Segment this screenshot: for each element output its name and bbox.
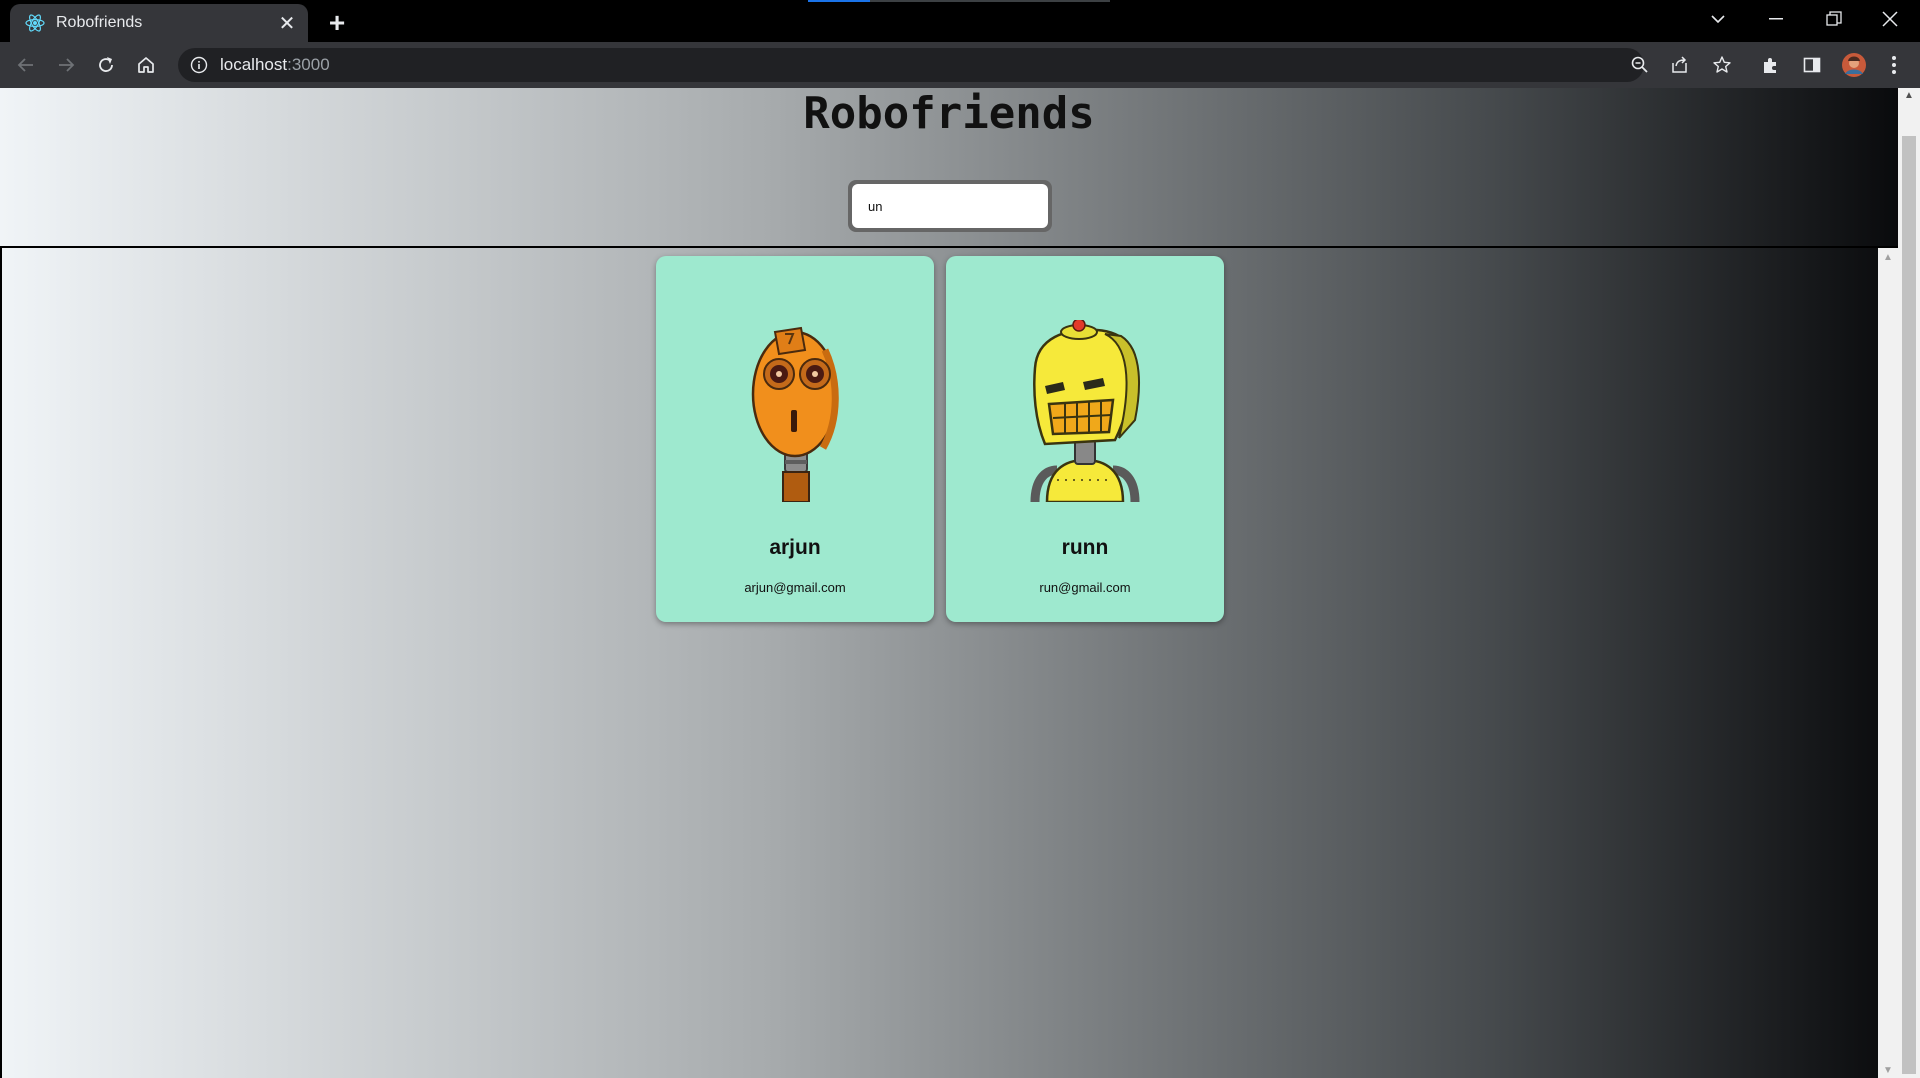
site-info-icon[interactable] (190, 56, 208, 74)
extensions-icon[interactable] (1754, 49, 1786, 81)
reload-icon[interactable] (90, 49, 122, 81)
robot-name: arjun (769, 536, 821, 559)
close-window-button[interactable] (1862, 0, 1918, 38)
browser-tab[interactable]: Robofriends ✕ (10, 4, 308, 42)
bookmark-star-icon[interactable] (1706, 49, 1738, 81)
side-panel-icon[interactable] (1796, 49, 1828, 81)
react-icon (24, 12, 46, 34)
new-tab-button[interactable]: + (322, 7, 352, 38)
inner-scrollbar[interactable]: ▲ ▼ (1878, 248, 1898, 1078)
profile-avatar[interactable] (1838, 49, 1870, 81)
tab-search-chevron-icon[interactable] (1690, 0, 1746, 38)
zoom-icon[interactable] (1624, 49, 1656, 81)
page-title: Robofriends (803, 88, 1095, 139)
restore-button[interactable] (1806, 0, 1862, 38)
page-scroll-up-arrow-icon[interactable]: ▲ (1898, 90, 1920, 106)
tab-strip: Robofriends ✕ + (0, 0, 1920, 42)
menu-kebab-icon[interactable] (1878, 49, 1910, 81)
search-box (848, 180, 1052, 232)
scroll-down-arrow-icon[interactable]: ▼ (1878, 1065, 1898, 1076)
robot-avatar-image (751, 326, 839, 502)
page-viewport: Robofriends un arjun arjun@gmail.com run… (0, 88, 1920, 1078)
tab-title: Robofriends (56, 14, 143, 31)
search-input[interactable] (852, 184, 1048, 228)
robot-card[interactable]: runn run@gmail.com (946, 256, 1224, 622)
tab-close-icon[interactable]: ✕ (274, 10, 300, 36)
address-bar[interactable]: localhost:3000 (178, 48, 1644, 82)
robot-email: run@gmail.com (1039, 580, 1131, 595)
page-scroll-thumb[interactable] (1902, 136, 1916, 1074)
browser-toolbar: localhost:3000 (0, 42, 1920, 88)
robot-avatar-image (1030, 320, 1140, 502)
share-icon[interactable] (1664, 49, 1696, 81)
robot-email: arjun@gmail.com (744, 580, 846, 595)
card-scroll-container[interactable]: arjun arjun@gmail.com runn run@gmail.com… (0, 246, 1898, 1078)
robot-card[interactable]: arjun arjun@gmail.com (656, 256, 934, 622)
tab-search-indicator (808, 0, 1110, 2)
back-arrow-icon[interactable] (10, 49, 42, 81)
url-host: localhost (220, 55, 288, 74)
minimize-button[interactable] (1748, 0, 1804, 38)
page-scrollbar[interactable]: ▲ (1898, 88, 1920, 1078)
forward-arrow-icon[interactable] (50, 49, 82, 81)
url-port: :3000 (287, 55, 330, 74)
home-icon[interactable] (130, 49, 162, 81)
scroll-up-arrow-icon[interactable]: ▲ (1878, 252, 1898, 263)
robot-name: runn (1061, 536, 1109, 559)
